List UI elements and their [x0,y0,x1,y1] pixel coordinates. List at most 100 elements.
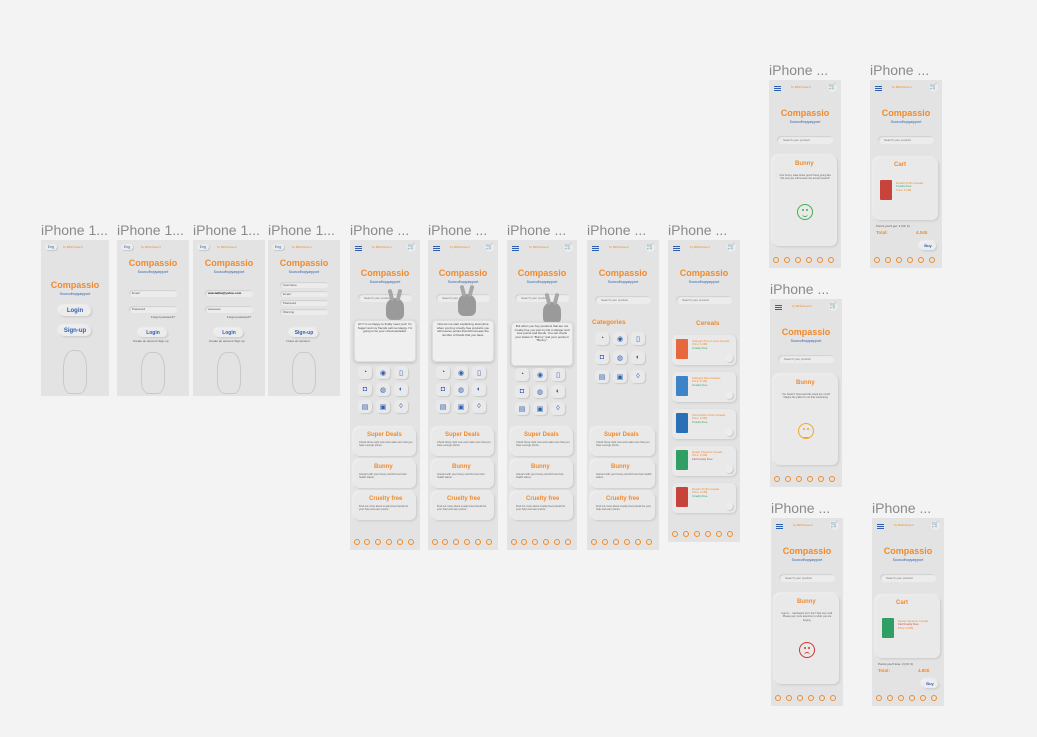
nav-wishlist-icon[interactable] [694,531,700,537]
menu-icon[interactable] [775,305,782,310]
nav-account-icon[interactable] [817,257,823,263]
language-button[interactable]: Eng [197,244,209,250]
nav-categories-icon[interactable] [624,539,630,545]
password-field[interactable]: Password [129,306,177,313]
category-box-icon[interactable]: ▣ [454,400,468,413]
search-input[interactable]: Search your product [880,574,936,582]
menu-icon[interactable] [592,246,599,251]
product-item[interactable]: Rosarin Puffs Cereals Price: 4.29$ Cruelty… [672,483,736,513]
nav-wishlist-icon[interactable] [898,695,904,701]
username-field[interactable]: Username [280,282,328,288]
category-box-icon[interactable]: ▣ [533,402,547,415]
nav-favourites-icon[interactable] [672,531,678,537]
nav-brands-icon[interactable] [602,539,608,545]
add-to-cart-button[interactable] [725,428,733,436]
search-input[interactable]: Search your product [515,294,569,302]
nav-wishlist-icon[interactable] [453,539,459,545]
category-box-icon[interactable]: ▣ [613,370,627,383]
search-input[interactable]: Search your product [878,136,934,144]
signup-prompt[interactable]: Create an account Sign up [133,339,169,343]
product-item[interactable]: Kellogg's Rice Krispies Price: 3.49$ Cruel… [672,372,736,402]
cruelty-free-card[interactable]: Cruelty free Find out more about cruelty… [591,492,655,520]
nav-account-icon[interactable] [819,695,825,701]
cart-icon[interactable]: 🛒 [931,521,940,530]
cart-icon[interactable]: 🛒 [727,243,736,252]
nav-categories-icon[interactable] [464,539,470,545]
nav-account-icon[interactable] [397,539,403,545]
nav-categories-icon[interactable] [543,539,549,545]
category-cleaning-icon[interactable]: ◊ [472,400,486,413]
nav-settings-icon[interactable] [565,539,571,545]
nav-brands-icon[interactable] [683,531,689,537]
add-to-cart-button[interactable] [725,465,733,473]
category-bread-icon[interactable]: ◔ [358,366,372,379]
nav-brands-icon[interactable] [786,695,792,701]
nav-brands-icon[interactable] [442,539,448,545]
category-dairy-icon[interactable]: ◘ [436,383,450,396]
menu-icon[interactable] [512,246,519,251]
nav-account-icon[interactable] [918,257,924,263]
category-bread-icon[interactable]: ◔ [436,366,450,379]
nav-brands-icon[interactable] [364,539,370,545]
bunny-card[interactable]: Bunny Interact with your bunny and find … [354,460,416,488]
language-button[interactable]: Eng [272,244,284,250]
nav-account-icon[interactable] [920,695,926,701]
nav-categories-icon[interactable] [807,476,813,482]
super-deals-card[interactable]: Super Deals Check these right now and ma… [511,428,573,456]
super-deals-card[interactable]: Super Deals Check these right now and ma… [432,428,494,456]
add-to-cart-button[interactable] [725,354,733,362]
cart-icon[interactable]: 🛒 [407,243,416,252]
category-snack-icon[interactable]: ◐ [472,383,486,396]
category-can-icon[interactable]: ▤ [515,402,529,415]
search-input[interactable]: Search your product [778,355,834,363]
cart-icon[interactable]: 🛒 [828,83,837,92]
nav-categories-icon[interactable] [907,257,913,263]
forgot-password-link[interactable]: Forgot password? [151,315,175,319]
nav-favourites-icon[interactable] [432,539,438,545]
category-box-icon[interactable]: ▣ [376,400,390,413]
menu-icon[interactable] [433,246,440,251]
search-input[interactable]: Search your product [595,296,651,304]
password-field[interactable]: Password [280,300,328,306]
category-can-icon[interactable]: ▤ [436,400,450,413]
menu-icon[interactable] [774,86,781,91]
add-to-cart-button[interactable] [725,391,733,399]
nav-favourites-icon[interactable] [775,695,781,701]
language-button[interactable]: Eng [121,244,133,250]
menu-icon[interactable] [673,246,680,251]
nav-favourites-icon[interactable] [874,257,880,263]
menu-icon[interactable] [355,246,362,251]
nav-categories-icon[interactable] [705,531,711,537]
category-drinks-icon[interactable]: ◉ [613,332,627,345]
bunny-card[interactable]: Bunny Interact with your bunny and find … [432,460,494,488]
nav-favourites-icon[interactable] [876,695,882,701]
nav-wishlist-icon[interactable] [797,695,803,701]
login-button[interactable]: Login [139,329,167,337]
nav-wishlist-icon[interactable] [375,539,381,545]
category-bottle-icon[interactable]: ▯ [551,368,565,381]
nav-account-icon[interactable] [635,539,641,545]
nav-settings-icon[interactable] [931,695,937,701]
nav-settings-icon[interactable] [829,476,835,482]
category-snack-icon[interactable]: ◐ [394,383,408,396]
login-button[interactable]: Login [215,329,243,337]
login-button[interactable]: Login [59,306,91,316]
menu-icon[interactable] [877,524,884,529]
nav-settings-icon[interactable] [828,257,834,263]
nav-settings-icon[interactable] [408,539,414,545]
nav-settings-icon[interactable] [486,539,492,545]
warning-field[interactable]: Warning [280,309,328,315]
category-bottle-icon[interactable]: ▯ [394,366,408,379]
cart-icon[interactable]: 🛒 [830,521,839,530]
nav-categories-icon[interactable] [386,539,392,545]
product-item[interactable]: Kellogg's Froot Loops Cereals Price: 4.49… [672,335,736,365]
nav-settings-icon[interactable] [727,531,733,537]
menu-icon[interactable] [875,86,882,91]
category-dairy-icon[interactable]: ◘ [358,383,372,396]
category-drinks-icon[interactable]: ◉ [533,368,547,381]
cart-icon[interactable]: 🛒 [929,83,938,92]
buy-button[interactable]: Buy [920,242,936,250]
login-prompt[interactable]: I have an account [286,339,310,343]
category-can-icon[interactable]: ▤ [358,400,372,413]
cart-icon[interactable]: 🛒 [564,243,573,252]
